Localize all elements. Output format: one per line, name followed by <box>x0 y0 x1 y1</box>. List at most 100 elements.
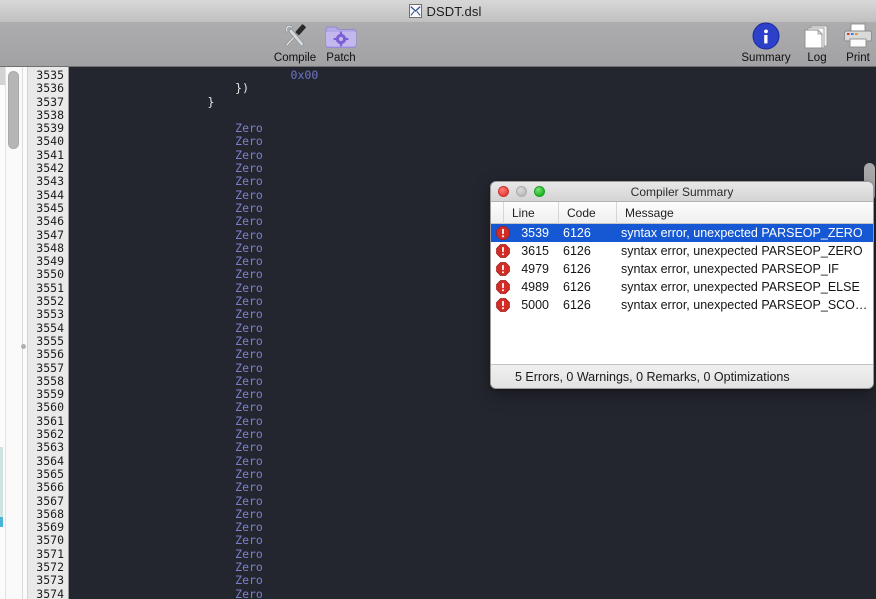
code-token: Zero <box>69 374 263 388</box>
line-number: 3536 <box>28 82 68 95</box>
code-token: Zero <box>69 241 263 255</box>
zoom-button[interactable] <box>534 186 545 197</box>
code-line[interactable]: Zero <box>69 135 865 148</box>
line-number: 3564 <box>28 455 68 468</box>
line-number: 3544 <box>28 189 68 202</box>
code-line[interactable]: Zero <box>69 149 865 162</box>
table-row[interactable]: 36156126syntax error, unexpected PARSEOP… <box>491 242 873 260</box>
line-number: 3561 <box>28 415 68 428</box>
line-number: 3559 <box>28 388 68 401</box>
cell-error-message: syntax error, unexpected PARSEOP_ZERO <box>617 244 873 258</box>
line-number: 3545 <box>28 202 68 215</box>
compiler-summary-window[interactable]: Compiler Summary Line Code Message 35396… <box>490 181 874 389</box>
code-line[interactable]: Zero <box>69 508 865 521</box>
window-title: DSDT.dsl <box>427 4 482 19</box>
header-line-column[interactable]: Line <box>504 202 559 224</box>
summary-error-list[interactable]: 35396126syntax error, unexpected PARSEOP… <box>491 224 873 364</box>
code-token: Zero <box>69 454 263 468</box>
table-row[interactable]: 49796126syntax error, unexpected PARSEOP… <box>491 260 873 278</box>
code-line[interactable]: Zero <box>69 561 865 574</box>
code-line[interactable]: }) <box>69 82 865 95</box>
code-token: Zero <box>69 161 263 175</box>
line-number: 3566 <box>28 481 68 494</box>
main-toolbar: Compile <box>0 22 876 67</box>
line-number: 3562 <box>28 428 68 441</box>
line-number: 3537 <box>28 96 68 109</box>
code-line[interactable]: Zero <box>69 521 865 534</box>
patch-button-label: Patch <box>310 52 372 65</box>
code-line[interactable]: Zero <box>69 401 865 414</box>
cell-error-code: 6126 <box>559 262 617 276</box>
code-line[interactable]: Zero <box>69 468 865 481</box>
close-button[interactable] <box>498 186 509 197</box>
left-scroll-strip[interactable] <box>0 67 28 599</box>
code-line[interactable]: 0x00 <box>69 69 865 82</box>
code-line[interactable]: Zero <box>69 455 865 468</box>
line-number: 3553 <box>28 308 68 321</box>
code-token: Zero <box>69 480 263 494</box>
cell-error-code: 6126 <box>559 226 617 240</box>
line-number: 3571 <box>28 548 68 561</box>
code-line[interactable]: Zero <box>69 428 865 441</box>
code-line[interactable] <box>69 109 865 122</box>
line-number: 3557 <box>28 362 68 375</box>
code-token: Zero <box>69 587 263 599</box>
cell-error-message: syntax error, unexpected PARSEOP_ZERO <box>617 226 873 240</box>
summary-window-titlebar[interactable]: Compiler Summary <box>491 182 873 202</box>
code-token: Zero <box>69 400 263 414</box>
code-token: Zero <box>69 281 263 295</box>
minimize-button[interactable] <box>516 186 527 197</box>
traffic-lights <box>498 186 545 197</box>
code-token: Zero <box>69 547 263 561</box>
code-line[interactable]: Zero <box>69 441 865 454</box>
cell-error-message: syntax error, unexpected PARSEOP_IF <box>617 262 873 276</box>
patch-button[interactable]: Patch <box>310 22 372 65</box>
code-token: Zero <box>69 387 263 401</box>
code-token: Zero <box>69 174 263 188</box>
cell-line-number: 4989 <box>514 280 559 294</box>
code-line[interactable]: Zero <box>69 122 865 135</box>
cell-line-number: 3615 <box>514 244 559 258</box>
code-line[interactable]: Zero <box>69 588 865 599</box>
line-number: 3558 <box>28 375 68 388</box>
code-token: Zero <box>69 307 263 321</box>
line-number: 3539 <box>28 122 68 135</box>
error-severity-icon <box>491 280 514 294</box>
table-row[interactable]: 50006126syntax error, unexpected PARSEOP… <box>491 296 873 314</box>
window-titlebar[interactable]: DSDT.dsl <box>0 0 876 22</box>
code-token: Zero <box>69 494 263 508</box>
code-line[interactable]: Zero <box>69 534 865 547</box>
code-token: Zero <box>69 507 263 521</box>
header-code-column[interactable]: Code <box>559 202 617 224</box>
code-token: Zero <box>69 201 263 215</box>
code-line[interactable]: Zero <box>69 162 865 175</box>
line-number: 3543 <box>28 175 68 188</box>
line-number: 3560 <box>28 401 68 414</box>
header-message-column[interactable]: Message <box>617 202 873 224</box>
table-row[interactable]: 49896126syntax error, unexpected PARSEOP… <box>491 278 873 296</box>
line-number: 3565 <box>28 468 68 481</box>
code-token: Zero <box>69 361 263 375</box>
code-line[interactable]: Zero <box>69 574 865 587</box>
line-number: 3552 <box>28 295 68 308</box>
code-token: 0x00 <box>69 68 318 82</box>
code-token: Zero <box>69 440 263 454</box>
code-line[interactable]: Zero <box>69 548 865 561</box>
line-number: 3556 <box>28 348 68 361</box>
cell-line-number: 3539 <box>514 226 559 240</box>
table-row[interactable]: 35396126syntax error, unexpected PARSEOP… <box>491 224 873 242</box>
line-number: 3540 <box>28 135 68 148</box>
left-scrollbar-thumb[interactable] <box>8 71 19 149</box>
code-token: Zero <box>69 533 263 547</box>
code-line[interactable]: Zero <box>69 495 865 508</box>
print-button[interactable]: Print <box>827 22 876 65</box>
code-line[interactable]: Zero <box>69 388 865 401</box>
code-line[interactable]: Zero <box>69 481 865 494</box>
code-line[interactable]: Zero <box>69 415 865 428</box>
code-token: Zero <box>69 148 263 162</box>
code-line[interactable]: } <box>69 96 865 109</box>
cell-error-message: syntax error, unexpected PARSEOP_SCO… <box>617 298 873 312</box>
code-token: Zero <box>69 121 263 135</box>
code-token: Zero <box>69 573 263 587</box>
application-window: DSDT.dsl <box>0 0 876 599</box>
